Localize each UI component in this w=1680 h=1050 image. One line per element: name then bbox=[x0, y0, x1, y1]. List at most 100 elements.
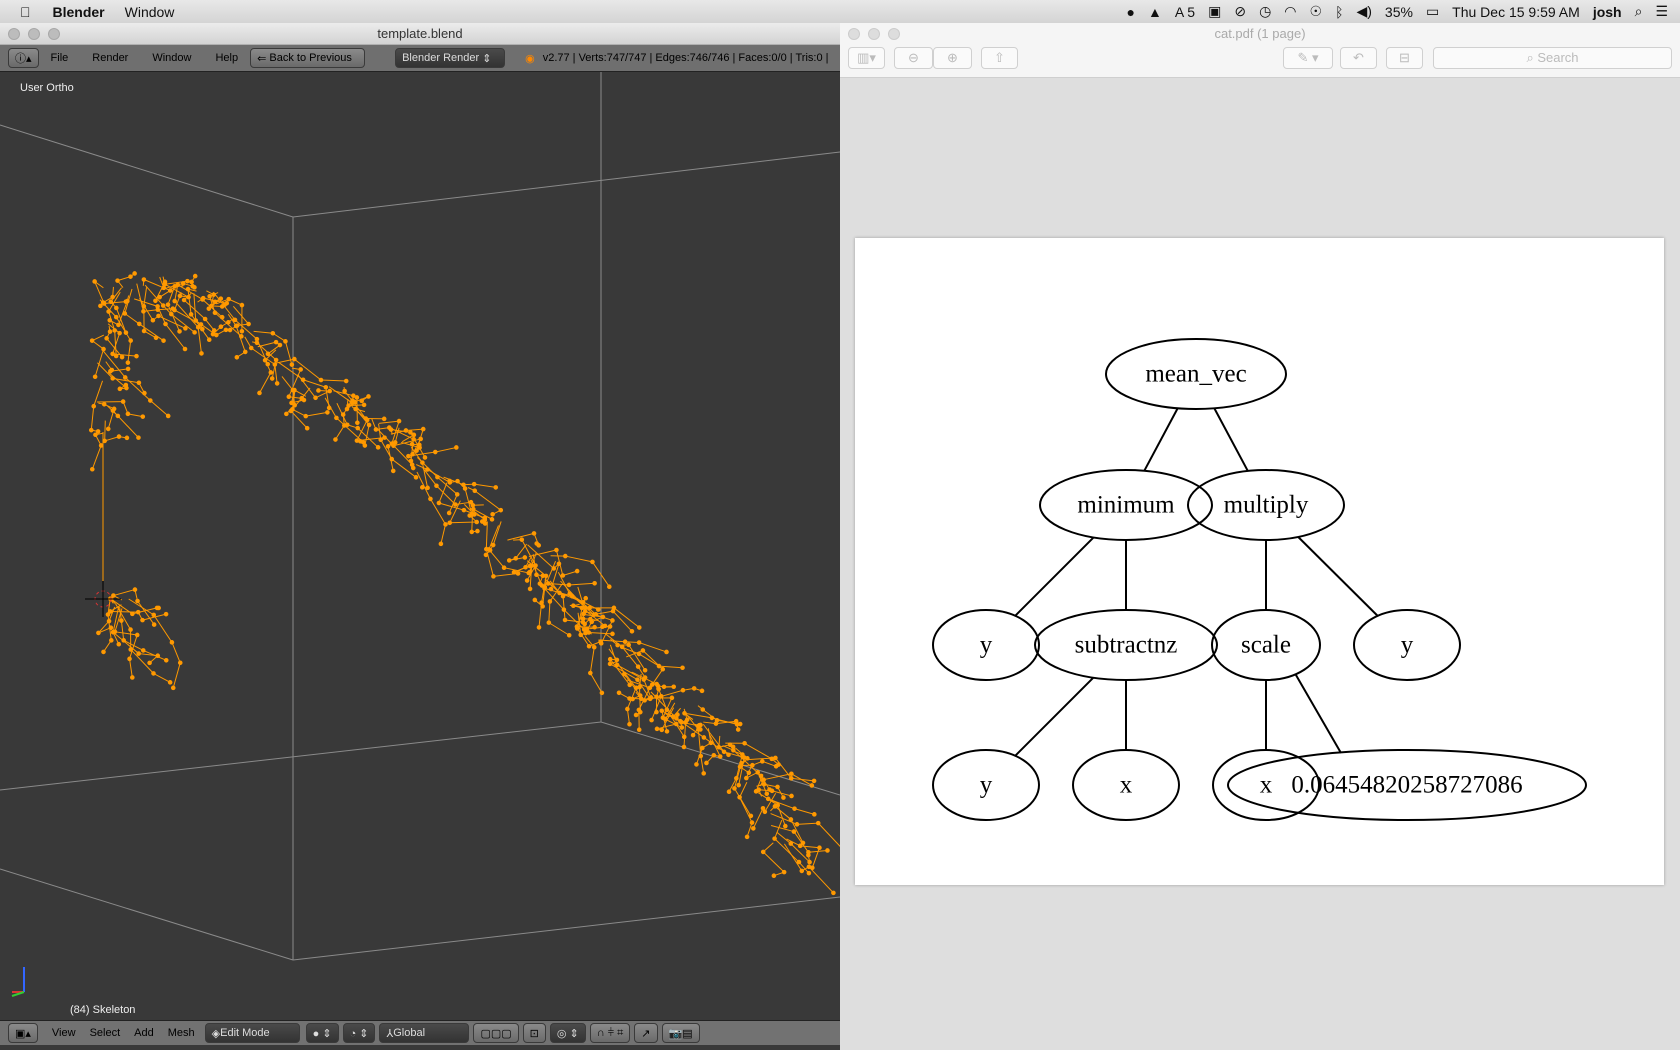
zoom-button[interactable] bbox=[48, 28, 60, 40]
vertex bbox=[599, 690, 605, 696]
menu-window[interactable]: Window bbox=[152, 52, 191, 64]
spotlight-icon[interactable]: ⌕ bbox=[1635, 3, 1643, 20]
menu-render[interactable]: Render bbox=[92, 52, 128, 64]
vertex bbox=[413, 475, 419, 480]
bone-edge bbox=[320, 379, 347, 382]
mode-select[interactable]: ◈ Edit Mode bbox=[204, 1023, 300, 1043]
zoom-out-icon[interactable]: ⊖ bbox=[894, 47, 933, 69]
vertex bbox=[92, 374, 98, 380]
bone-edge bbox=[777, 805, 786, 827]
notification-center-icon[interactable]: ☰ bbox=[1655, 3, 1668, 20]
vertex bbox=[163, 658, 169, 663]
vertex bbox=[566, 632, 572, 638]
wifi-icon[interactable]: ◠ bbox=[1284, 3, 1296, 20]
skeleton-mesh[interactable] bbox=[88, 271, 840, 896]
proportional-edit-icon[interactable]: ◎ ⇕ bbox=[549, 1023, 586, 1043]
bone-edge bbox=[438, 482, 448, 504]
vertex bbox=[98, 303, 103, 309]
menu-mesh[interactable]: Mesh bbox=[168, 1027, 195, 1039]
bone-edge bbox=[589, 672, 603, 694]
pivot-select[interactable]: ◔ ⇕ bbox=[342, 1023, 376, 1043]
bluetooth-icon[interactable]: ᛒ bbox=[1335, 4, 1343, 20]
snap-icon[interactable]: ∩ ⫩ ⌗ bbox=[589, 1023, 631, 1043]
vertex bbox=[223, 327, 229, 333]
bone-edge bbox=[234, 319, 258, 340]
user-name[interactable]: josh bbox=[1593, 4, 1622, 20]
transform-icon[interactable]: ↗ bbox=[634, 1023, 658, 1043]
app-icon[interactable]: ▣ bbox=[1208, 3, 1221, 20]
bone-edge bbox=[416, 471, 431, 500]
vertex bbox=[119, 354, 125, 360]
apple-icon[interactable]:  bbox=[20, 4, 31, 20]
toolbox-icon[interactable]: ⊟ bbox=[1386, 47, 1423, 69]
menu-add[interactable]: Add bbox=[134, 1027, 154, 1039]
vertex bbox=[124, 435, 130, 441]
editor-type-3d-icon[interactable]: ▣▴ bbox=[8, 1023, 38, 1043]
accessibility-icon[interactable]: ☉ bbox=[1310, 3, 1323, 20]
menu-file[interactable]: File bbox=[51, 52, 69, 64]
notification-icon[interactable]: ● bbox=[1127, 4, 1135, 20]
minimize-button[interactable] bbox=[28, 28, 40, 40]
minimize-button[interactable] bbox=[868, 28, 880, 40]
menu-help[interactable]: Help bbox=[215, 52, 238, 64]
markup-pen-icon[interactable]: ✎ ▾ bbox=[1283, 47, 1333, 69]
menu-select[interactable]: Select bbox=[90, 1027, 121, 1039]
bone-edge bbox=[256, 342, 277, 361]
battery-percent[interactable]: 35% bbox=[1385, 4, 1413, 20]
vertex bbox=[694, 762, 699, 767]
bone-edge bbox=[700, 755, 705, 774]
vertex bbox=[170, 685, 176, 691]
share-icon[interactable]: ⇧ bbox=[981, 47, 1018, 69]
adobe-icon[interactable]: A 5 bbox=[1175, 4, 1195, 20]
drive-icon[interactable]: ▲ bbox=[1148, 4, 1162, 20]
orientation-select[interactable]: ⅄ Global bbox=[379, 1023, 470, 1043]
bone-edge bbox=[324, 397, 337, 419]
render-icon[interactable]: 📷▤ bbox=[661, 1023, 700, 1043]
menu-window[interactable]: Window bbox=[125, 4, 175, 20]
bone-edge bbox=[143, 287, 148, 307]
select-mode-buttons[interactable]: ▢▢▢ bbox=[473, 1023, 519, 1043]
bone-edge bbox=[90, 406, 95, 431]
time-machine-icon[interactable]: ◷ bbox=[1259, 3, 1271, 20]
volume-icon[interactable]: ◀) bbox=[1356, 3, 1371, 20]
render-engine-value: Blender Render bbox=[402, 52, 480, 64]
3d-viewport[interactable]: User Ortho (84) Skeleton bbox=[0, 72, 840, 1020]
vertex bbox=[633, 712, 639, 718]
close-button[interactable] bbox=[848, 28, 860, 40]
vertex bbox=[375, 445, 381, 450]
viewport-canvas[interactable] bbox=[0, 72, 840, 1020]
vertex bbox=[392, 440, 398, 445]
search-field[interactable]: ⌕ Search bbox=[1433, 47, 1672, 69]
bone-edge bbox=[172, 662, 181, 688]
rotate-icon[interactable]: ↶ bbox=[1340, 47, 1377, 69]
close-button[interactable] bbox=[8, 28, 20, 40]
vertex bbox=[163, 611, 169, 617]
vertex bbox=[783, 823, 788, 829]
vertex bbox=[809, 783, 815, 788]
back-to-previous-button[interactable]: ⇐ Back to Previous bbox=[250, 48, 366, 68]
sync-icon[interactable]: ⊘ bbox=[1234, 3, 1246, 20]
zoom-in-icon[interactable]: ⊕ bbox=[933, 47, 972, 69]
vertex bbox=[475, 528, 480, 534]
vertex bbox=[781, 795, 786, 800]
vertex bbox=[153, 298, 158, 304]
bone-edge bbox=[626, 708, 630, 725]
vertex bbox=[212, 299, 218, 305]
sidebar-toggle-icon[interactable]: ▥▾ bbox=[848, 47, 885, 69]
shading-select[interactable]: ● ⇕ bbox=[305, 1023, 339, 1043]
menu-view[interactable]: View bbox=[52, 1027, 76, 1039]
graph-edge bbox=[1014, 676, 1095, 757]
bone-edge bbox=[440, 524, 446, 544]
battery-icon[interactable]: ▭ bbox=[1426, 3, 1439, 20]
render-engine-select[interactable]: Blender Render ⇕ bbox=[395, 48, 506, 68]
clock[interactable]: Thu Dec 15 9:59 AM bbox=[1452, 4, 1580, 20]
menu-app-blender[interactable]: Blender bbox=[53, 4, 105, 20]
vertex bbox=[165, 413, 171, 419]
bone-edge bbox=[127, 340, 132, 363]
occlude-icon[interactable]: ⊡ bbox=[522, 1023, 546, 1043]
graph-node-label: minimum bbox=[1077, 492, 1175, 519]
editor-type-info-icon[interactable]: ⓘ▴ bbox=[8, 48, 39, 68]
bone-edge bbox=[435, 446, 457, 453]
zoom-button[interactable] bbox=[888, 28, 900, 40]
vertex bbox=[147, 660, 152, 666]
